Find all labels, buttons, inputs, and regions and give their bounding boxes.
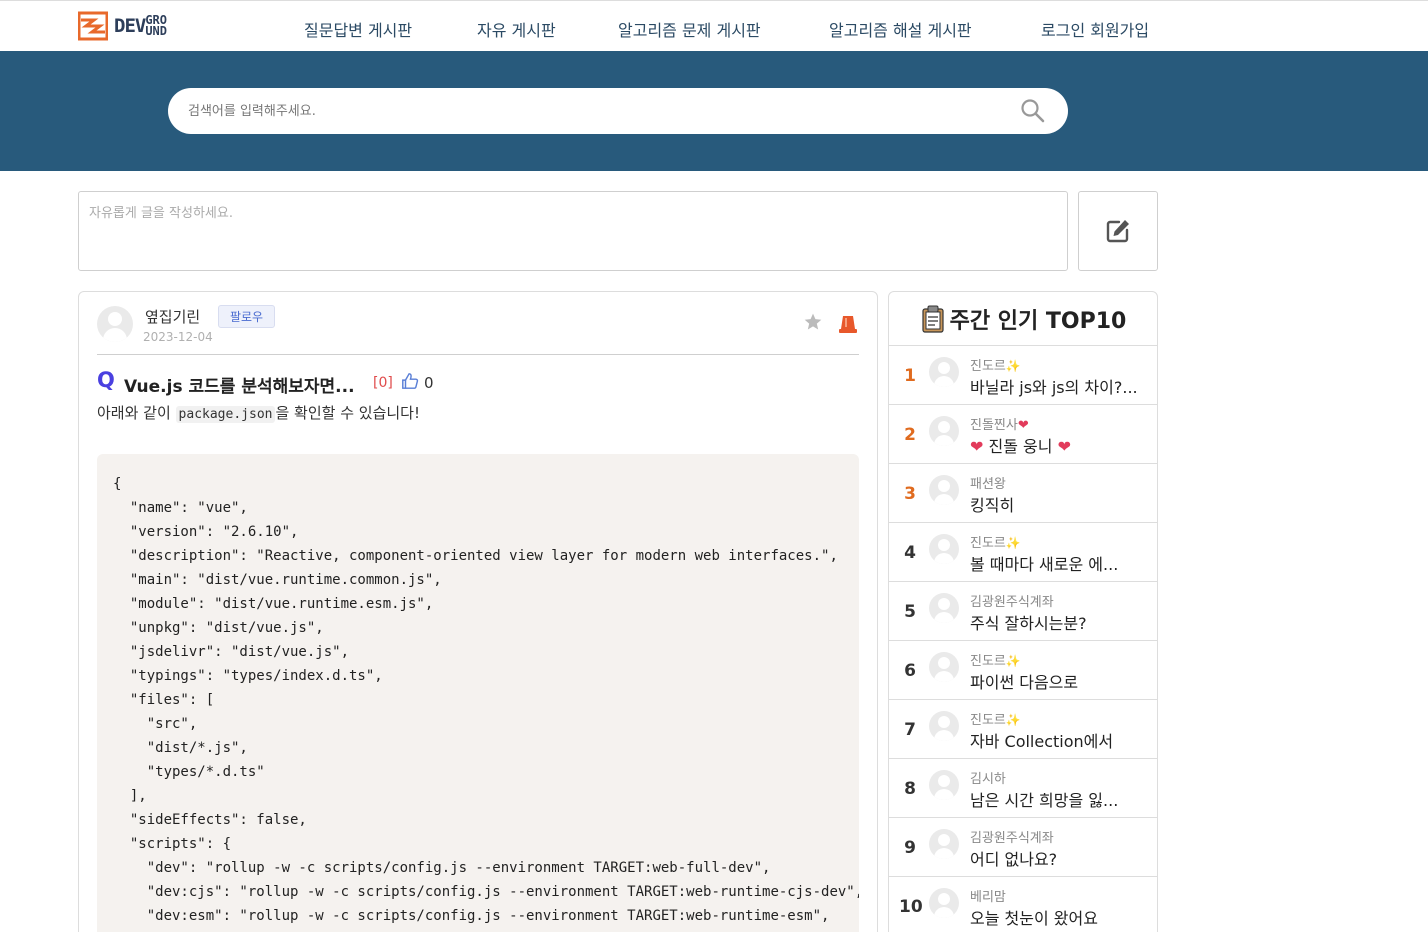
post-author[interactable]: 옆집기린: [145, 306, 200, 327]
rank-user: 김광원주식계좌: [970, 831, 1054, 846]
question-mark-label: Q: [97, 368, 115, 392]
rank-number: 1: [904, 366, 916, 386]
rank-post-title[interactable]: 자바 Collection에서: [970, 728, 1146, 752]
rank-post-title[interactable]: 파이썬 다음으로: [970, 669, 1146, 693]
rank-user: 김광원주식계좌: [970, 595, 1054, 610]
post-composer-input[interactable]: [89, 202, 1049, 258]
avatar: [929, 829, 959, 859]
edit-icon: [1106, 220, 1129, 243]
rank-user: 김시하: [970, 772, 1006, 787]
post-title[interactable]: Vue.js 코드를 분석해보자면...: [124, 372, 355, 397]
comment-count: [0]: [373, 375, 393, 391]
bookmark-star-icon[interactable]: [803, 312, 823, 336]
sparkle-badge-icon: ✨: [1005, 359, 1021, 373]
avatar: [929, 475, 959, 505]
rank-post-title[interactable]: 바닐라 js와 js의 차이?...: [970, 374, 1146, 398]
ranking-item[interactable]: 9 김광원주식계좌 어디 없나요?: [889, 818, 1157, 877]
rank-number: 10: [899, 897, 923, 917]
weekly-top10-header: 주간 인기 TOP10: [889, 292, 1157, 346]
post-body-before: 아래와 같이: [97, 404, 176, 422]
sparkle-badge-icon: ✨: [1005, 536, 1021, 550]
rank-post-title[interactable]: 어디 없나요?: [970, 846, 1146, 870]
ranking-item[interactable]: 4 진도르✨ 볼 때마다 새로운 에...: [889, 523, 1157, 582]
code-block: { "name": "vue", "version": "2.6.10", "d…: [97, 454, 859, 932]
post-composer: [78, 191, 1068, 271]
sparkle-badge-icon: ✨: [1005, 713, 1021, 727]
nav-algorithm-problem-board[interactable]: 알고리즘 문제 게시판: [618, 17, 761, 41]
rank-number: 2: [904, 425, 916, 445]
ranking-item[interactable]: 7 진도르✨ 자바 Collection에서: [889, 700, 1157, 759]
avatar: [929, 652, 959, 682]
broken-heart-badge-icon: ❤: [1017, 418, 1029, 433]
main-nav: 질문답변 게시판 자유 게시판 알고리즘 문제 게시판 알고리즘 해설 게시판 …: [0, 17, 1428, 41]
rank-user: 베리맘: [970, 890, 1006, 905]
post-body-text: 아래와 같이 package.json 을 확인할 수 있습니다!: [97, 402, 420, 423]
ranking-item[interactable]: 10 베리맘 오늘 첫눈이 왔어요: [889, 877, 1157, 932]
code-block-content: { "name": "vue", "version": "2.6.10", "d…: [113, 476, 859, 924]
author-avatar[interactable]: [97, 306, 133, 342]
nav-login-signup[interactable]: 로그인 회원가입: [1041, 17, 1149, 41]
nav-qna-board[interactable]: 질문답변 게시판: [304, 17, 412, 41]
nav-algorithm-solution-board[interactable]: 알고리즘 해설 게시판: [829, 17, 972, 41]
rank-post-title[interactable]: 볼 때마다 새로운 에...: [970, 551, 1146, 575]
rank-post-title[interactable]: ❤ 진돌 웅니 ❤: [970, 433, 1146, 457]
rank-post-title[interactable]: 오늘 첫눈이 왔어요: [970, 905, 1146, 929]
search-banner: [0, 51, 1428, 171]
heart-icon: ❤: [970, 437, 984, 456]
ranking-list: 1 진도르✨ 바닐라 js와 js의 차이?... 2 진돌찐사❤ ❤ 진돌 웅…: [889, 346, 1157, 932]
rank-number: 3: [904, 484, 916, 504]
rank-post-title[interactable]: 킹직히: [970, 492, 1146, 516]
ranking-item[interactable]: 5 김광원주식계좌 주식 잘하시는분?: [889, 582, 1157, 641]
clipboard-icon: [922, 305, 944, 333]
search-input[interactable]: [188, 100, 988, 122]
write-post-button[interactable]: [1078, 191, 1158, 271]
search-bar: [168, 88, 1068, 134]
rank-user: 진도르✨: [970, 713, 1021, 728]
heart-icon: ❤: [1057, 437, 1071, 456]
post-header-divider: [97, 354, 859, 355]
rank-number: 8: [904, 779, 916, 799]
weekly-top10-panel: 주간 인기 TOP10 1 진도르✨ 바닐라 js와 js의 차이?... 2 …: [888, 291, 1158, 932]
post-date: 2023-12-04: [143, 330, 213, 344]
avatar: [929, 888, 959, 918]
rank-user: 진도르✨: [970, 536, 1021, 551]
like-thumb-icon[interactable]: [401, 372, 419, 394]
top-navigation-bar: DEVGRO UND 질문답변 게시판 자유 게시판 알고리즘 문제 게시판 알고…: [0, 0, 1428, 52]
ranking-item[interactable]: 1 진도르✨ 바닐라 js와 js의 차이?...: [889, 346, 1157, 405]
rank-post-title[interactable]: 남은 시간 희망을 잃...: [970, 787, 1146, 811]
avatar: [929, 357, 959, 387]
nav-free-board[interactable]: 자유 게시판: [477, 17, 556, 41]
rank-number: 7: [904, 720, 916, 740]
avatar: [929, 416, 959, 446]
post-card: 옆집기린 팔로우 2023-12-04 Q Vue.js 코드를 분석해보자면.…: [78, 291, 878, 932]
report-siren-icon[interactable]: [837, 312, 859, 338]
rank-number: 5: [904, 602, 916, 622]
rank-user: 패션왕: [970, 477, 1006, 492]
post-body-after: 을 확인할 수 있습니다!: [275, 404, 420, 422]
rank-number: 6: [904, 661, 916, 681]
avatar: [929, 534, 959, 564]
rank-number: 9: [904, 838, 916, 858]
ranking-item[interactable]: 3 패션왕 킹직히: [889, 464, 1157, 523]
sparkle-badge-icon: ✨: [1005, 654, 1021, 668]
search-icon[interactable]: [1020, 98, 1046, 128]
avatar: [929, 770, 959, 800]
ranking-item[interactable]: 2 진돌찐사❤ ❤ 진돌 웅니 ❤: [889, 405, 1157, 464]
rank-user: 진도르✨: [970, 654, 1021, 669]
avatar: [929, 593, 959, 623]
avatar: [929, 711, 959, 741]
weekly-top10-title: 주간 인기 TOP10: [949, 308, 1127, 334]
rank-user: 진돌찐사❤: [970, 418, 1029, 433]
rank-number: 4: [904, 543, 916, 563]
rank-user: 진도르✨: [970, 359, 1021, 374]
post-body-inline-code: package.json: [175, 406, 276, 423]
like-count: 0: [424, 374, 434, 392]
rank-post-title[interactable]: 주식 잘하시는분?: [970, 610, 1146, 634]
ranking-item[interactable]: 6 진도르✨ 파이썬 다음으로: [889, 641, 1157, 700]
ranking-item[interactable]: 8 김시하 남은 시간 희망을 잃...: [889, 759, 1157, 818]
follow-button[interactable]: 팔로우: [218, 305, 275, 328]
